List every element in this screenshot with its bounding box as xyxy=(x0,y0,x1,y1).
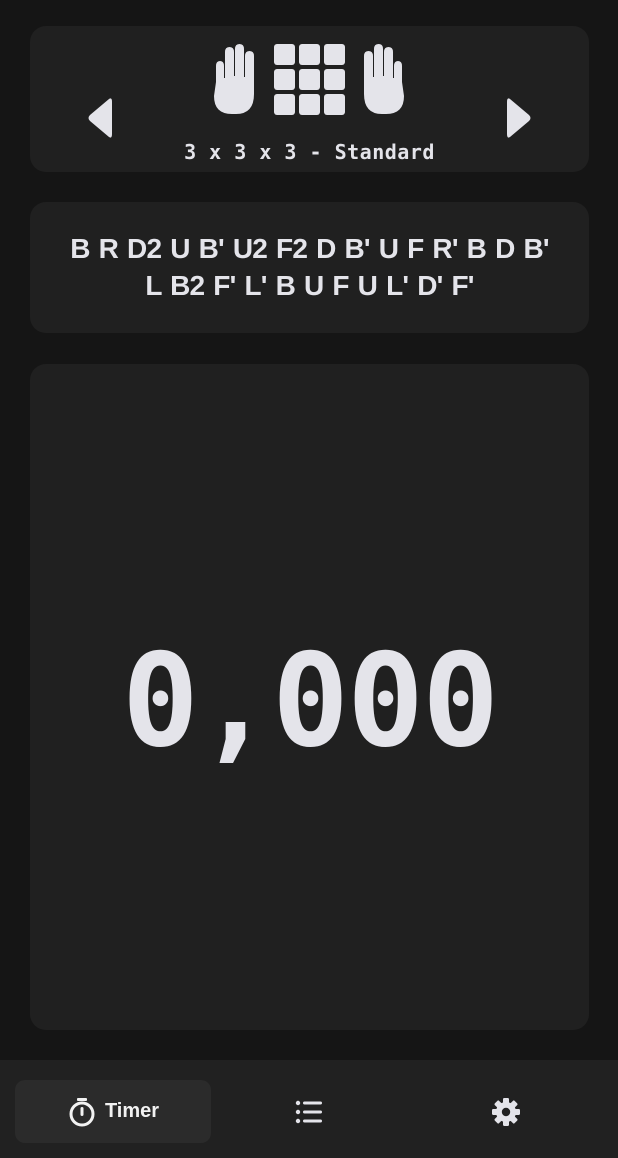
list-icon xyxy=(295,1100,322,1123)
timer-area[interactable]: 0,000 xyxy=(30,364,589,1030)
left-hand-icon xyxy=(214,44,254,114)
scramble-text: B R D2 U B' U2 F2 D B' U F R' B D B' L B… xyxy=(70,233,549,301)
next-puzzle-button[interactable] xyxy=(499,92,539,144)
puzzle-name-label: 3 x 3 x 3 - Standard xyxy=(184,140,435,164)
nav-settings-tab[interactable] xyxy=(456,1080,556,1143)
cube-grid-icon xyxy=(274,44,345,115)
nav-list-tab[interactable] xyxy=(259,1080,359,1143)
puzzle-icon-group xyxy=(210,44,410,118)
bottom-navigation: Timer xyxy=(0,1060,618,1158)
previous-puzzle-button[interactable] xyxy=(80,92,120,144)
gear-icon xyxy=(492,1097,520,1126)
caret-right-icon xyxy=(507,98,531,138)
right-hand-icon xyxy=(364,44,404,114)
nav-timer-label: Timer xyxy=(104,1100,160,1122)
time-display: 0,000 xyxy=(121,627,499,776)
scramble-card[interactable]: B R D2 U B' U2 F2 D B' U F R' B D B' L B… xyxy=(30,202,589,333)
caret-left-icon xyxy=(88,98,112,138)
nav-timer-tab[interactable]: Timer xyxy=(15,1080,211,1143)
stopwatch-icon xyxy=(69,1097,95,1126)
puzzle-selector-card: 3 x 3 x 3 - Standard xyxy=(30,26,589,172)
